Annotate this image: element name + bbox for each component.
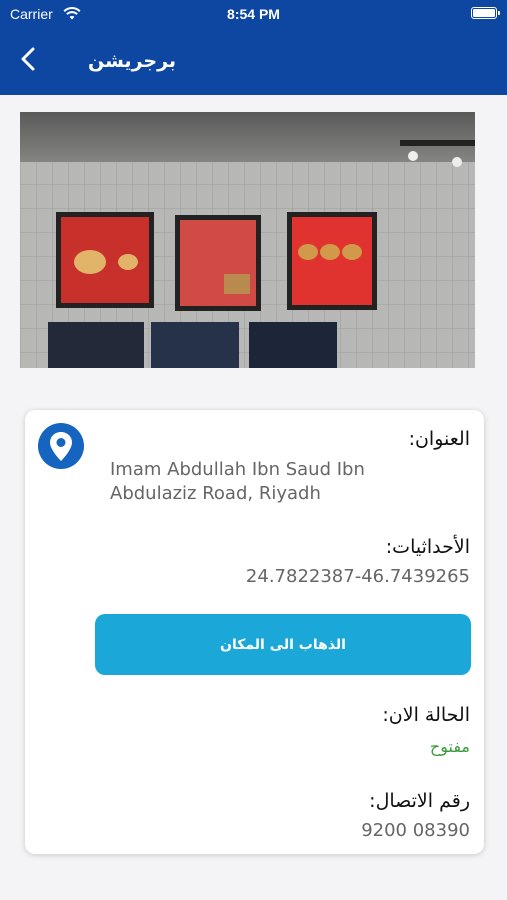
- phone-label: رقم الاتصال:: [369, 790, 470, 812]
- page-title: برجريشن: [88, 50, 177, 72]
- coordinates-label: الأحداثيات:: [385, 536, 470, 558]
- address-value: Imam Abdullah Ibn Saud Ibn Abdulaziz Roa…: [110, 459, 365, 504]
- address-label: العنوان:: [408, 428, 470, 450]
- open-status-value: مفتوح: [429, 737, 470, 756]
- restaurant-photo: [20, 112, 475, 368]
- status-bar: Carrier 8:54 PM: [0, 0, 507, 28]
- chevron-left-icon: [21, 47, 35, 71]
- status-time: 8:54 PM: [227, 6, 280, 22]
- battery-icon: [471, 7, 500, 19]
- go-to-place-button[interactable]: الذهاب الى المكان: [95, 614, 471, 675]
- coordinates-value: 24.7822387-46.7439265: [245, 566, 470, 587]
- phone-value[interactable]: 9200 08390: [361, 820, 470, 841]
- back-button[interactable]: [14, 44, 44, 74]
- location-details-card: العنوان: Imam Abdullah Ibn Saud Ibn Abdu…: [25, 410, 484, 854]
- status-label: الحالة الان:: [382, 704, 470, 726]
- top-bar: Carrier 8:54 PM برجريشن: [0, 0, 507, 95]
- location-pin-icon: [38, 423, 84, 469]
